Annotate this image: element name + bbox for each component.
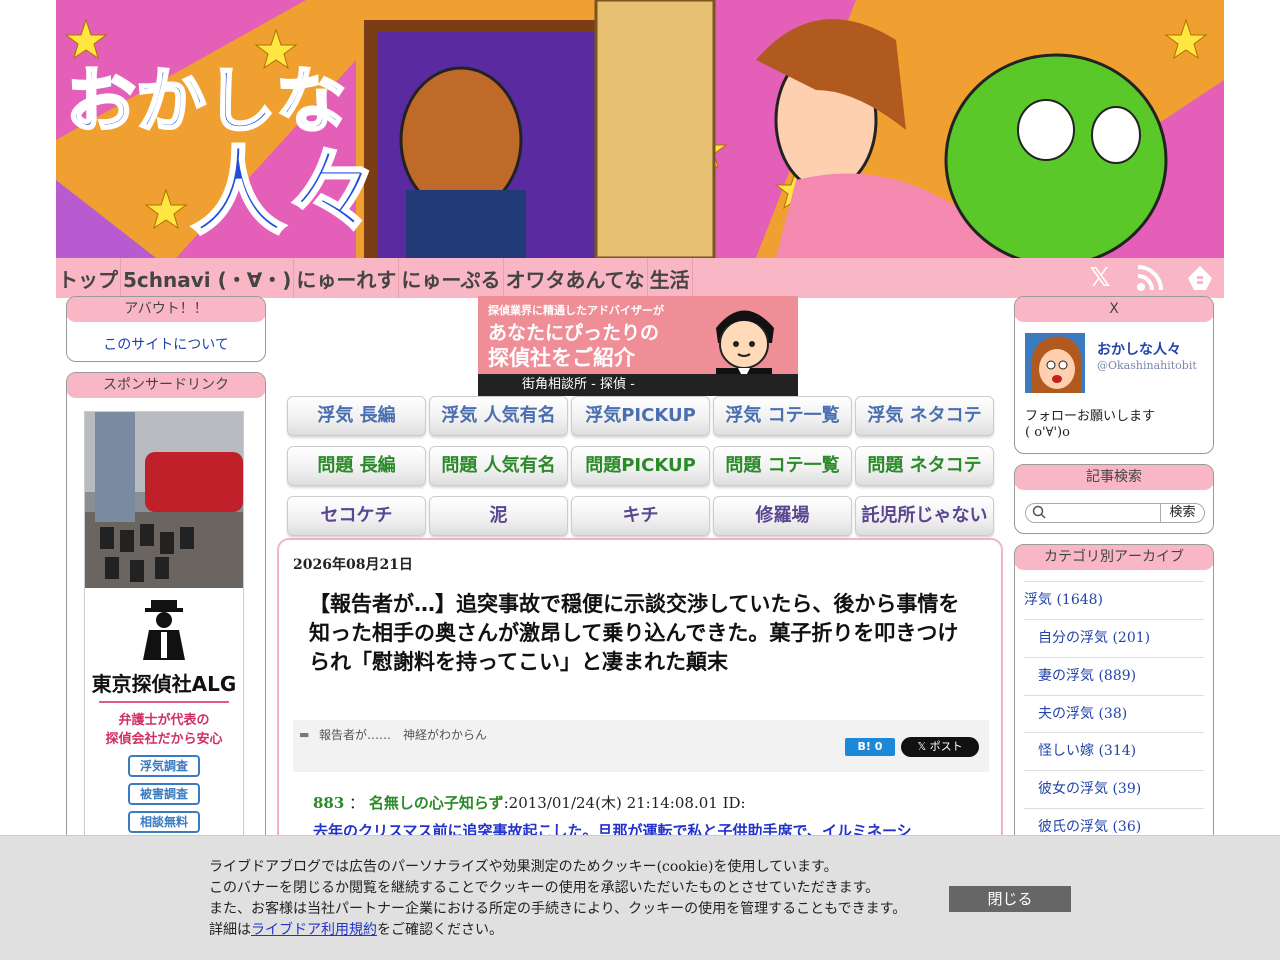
terms-link[interactable]: ライブドア利用規約 [251, 922, 377, 938]
search-button[interactable]: 検索 [1160, 503, 1204, 523]
takujisho-button[interactable]: 託児所じゃない [855, 496, 994, 536]
doro-button[interactable]: 泥 [429, 496, 568, 536]
sponsor-line1: 弁護士が代表の [118, 713, 210, 728]
x-follow-text: フォローお願いします [1025, 409, 1156, 424]
detective-logo-icon [85, 600, 243, 668]
rss-icon[interactable] [1136, 264, 1164, 292]
archive-item[interactable]: 夫の浮気 (38) [1024, 695, 1204, 733]
avatar[interactable] [1025, 333, 1085, 393]
shuraba-button[interactable]: 修羅場 [713, 496, 852, 536]
post-meta: :2013/01/24(木) 21:14:08.01 ID: [503, 794, 746, 812]
x-icon[interactable]: 𝕏 [1086, 264, 1114, 292]
uwaki-long-button[interactable]: 浮気 長編 [287, 396, 426, 436]
sponsor-heading: スポンサードリンク [67, 373, 265, 398]
header-banner[interactable]: おかしな 人々 [56, 0, 1224, 258]
archive-item[interactable]: 妻の浮気 (889) [1024, 657, 1204, 695]
global-nav: トップ 5chnavi (・∀・) にゅーれす にゅーぷる オワタあんてな 生活… [56, 258, 1224, 298]
nav-item-nyupuru[interactable]: にゅーぷる [399, 258, 504, 298]
ad-line1: 探偵業界に精通したアドバイザーが [488, 304, 664, 317]
post-header: 883 ： 名無しの心子知らず:2013/01/24(木) 21:14:08.0… [313, 792, 746, 813]
x-heading: X [1015, 297, 1213, 322]
x-post-button[interactable]: 𝕏 ポスト [901, 737, 979, 757]
ad-banner[interactable]: 探偵業界に精通したアドバイザーが あなたにぴったりの 探偵社をご紹介 街角相談所… [478, 296, 798, 396]
article-meta-bar: ▬ 報告者が…… 神経がわからん B! 0 𝕏 ポスト [293, 720, 989, 772]
article-date: 2026年08月21日 [293, 557, 413, 573]
ad-caption: 街角相談所 - 探偵 - [478, 374, 798, 396]
mondai-popular-button[interactable]: 問題 人気有名 [429, 446, 568, 486]
search-icon [1032, 505, 1046, 522]
cookie-line1: ライブドアブログでは広告のパーソナライズや効果測定のためクッキー(cookie)… [209, 859, 838, 875]
uwaki-popular-button[interactable]: 浮気 人気有名 [429, 396, 568, 436]
sponsor-btn-soudan[interactable]: 相談無料 [128, 811, 200, 833]
mondai-long-button[interactable]: 問題 長編 [287, 446, 426, 486]
poster-name: 名無しの心子知らず [368, 794, 504, 812]
cookie-line3: また、お客様は当社パートナー企業における所定の手続きにより、クッキーの使用を管理… [209, 901, 907, 917]
kichi-button[interactable]: キチ [571, 496, 710, 536]
banner-illustration: おかしな 人々 [56, 0, 1224, 258]
svg-text:おかしな: おかしな [66, 60, 346, 142]
article-title[interactable]: 【報告者が…】追突事故で穏便に示談交渉していたら、後から事情を知った相手の奥さん… [309, 590, 979, 677]
archive-item[interactable]: 怪しい嫁 (314) [1024, 732, 1204, 770]
ad-line2: あなたにぴったりの [488, 322, 660, 344]
cookie-line4: 詳細はライブドア利用規約をご確認ください。 [209, 920, 503, 941]
cookie-detail-suffix: をご確認ください。 [377, 922, 503, 938]
x-profile-handle[interactable]: @Okashinahitobit [1097, 359, 1197, 372]
sekokechi-button[interactable]: セコケチ [287, 496, 426, 536]
about-box: アバウト！！ このサイトについて [66, 296, 266, 362]
x-post-label: ポスト [929, 740, 963, 753]
post-separator: ： [349, 794, 365, 812]
sponsor-box: スポンサードリンク 東京探偵社ALG 弁護士が代表の 探偵会社だから安心 浮気調… [66, 372, 266, 852]
cookie-detail-prefix: 詳細は [209, 922, 251, 938]
mondai-kote-list-button[interactable]: 問題 コテ一覧 [713, 446, 852, 486]
sponsor-company: 東京探偵社ALG [91, 672, 237, 696]
about-heading: アバウト！！ [67, 297, 265, 322]
hatena-bookmark-button[interactable]: B! 0 [845, 738, 895, 756]
nav-item-top[interactable]: トップ [56, 258, 121, 298]
sponsor-btn-higai[interactable]: 被害調査 [128, 783, 200, 805]
ad-line3: 探偵社をご紹介 [488, 346, 635, 370]
nav-item-5chnavi[interactable]: 5chnavi (・∀・) [121, 258, 295, 298]
search-box: 記事検索 検索 [1014, 464, 1214, 534]
search-input[interactable] [1048, 505, 1156, 521]
nav-item-seikatsu[interactable]: 生活 [648, 258, 693, 298]
mondai-pickup-button[interactable]: 問題PICKUP [571, 446, 710, 486]
folder-icon: ▬ [299, 728, 310, 741]
feedly-icon[interactable] [1186, 264, 1214, 292]
svg-text:人々: 人々 [191, 138, 381, 248]
about-link[interactable]: このサイトについて [103, 337, 229, 353]
nav-item-nyuresu[interactable]: にゅーれす [294, 258, 400, 298]
x-profile-box: X おかしな人々 @Okashinahitobit フォローお願いします ( o… [1014, 296, 1214, 454]
sponsor-photo [85, 412, 243, 588]
x-profile-name[interactable]: おかしな人々 [1097, 339, 1181, 359]
x-icon: 𝕏 [917, 740, 930, 753]
uwaki-netakote-button[interactable]: 浮気 ネタコテ [855, 396, 994, 436]
post-number: 883 [313, 794, 345, 812]
mondai-netakote-button[interactable]: 問題 ネタコテ [855, 446, 994, 486]
archive-item[interactable]: 彼女の浮気 (39) [1024, 770, 1204, 808]
cookie-line2: このバナーを閉じるか閲覧を継続することでクッキーの使用を承認いただいたものとさせ… [209, 880, 880, 896]
sponsor-line2: 探偵会社だから安心 [105, 732, 223, 747]
archive-item[interactable]: 浮気 (1648) [1024, 581, 1204, 619]
archive-item[interactable]: 自分の浮気 (201) [1024, 619, 1204, 657]
sponsor-ad[interactable]: 東京探偵社ALG 弁護士が代表の 探偵会社だから安心 浮気調査 被害調査 相談無… [84, 411, 244, 851]
uwaki-kote-list-button[interactable]: 浮気 コテ一覧 [713, 396, 852, 436]
search-heading: 記事検索 [1015, 465, 1213, 490]
cookie-close-button[interactable]: 閉じる [949, 886, 1071, 912]
article-tags[interactable]: 報告者が…… 神経がわからん [319, 726, 487, 743]
cookie-banner: ライブドアブログでは広告のパーソナライズや効果測定のためクッキー(cookie)… [0, 835, 1280, 960]
search-field: 検索 [1025, 503, 1205, 523]
article: 2026年08月21日 【報告者が…】追突事故で穏便に示談交渉していたら、後から… [277, 538, 1003, 848]
sponsor-btn-uwaki[interactable]: 浮気調査 [128, 755, 200, 777]
uwaki-pickup-button[interactable]: 浮気PICKUP [571, 396, 710, 436]
x-follow-face: ( o'∀')o [1025, 425, 1070, 440]
archive-heading: カテゴリ別アーカイブ [1015, 545, 1213, 570]
nav-item-owata[interactable]: オワタあんてな [504, 258, 648, 298]
